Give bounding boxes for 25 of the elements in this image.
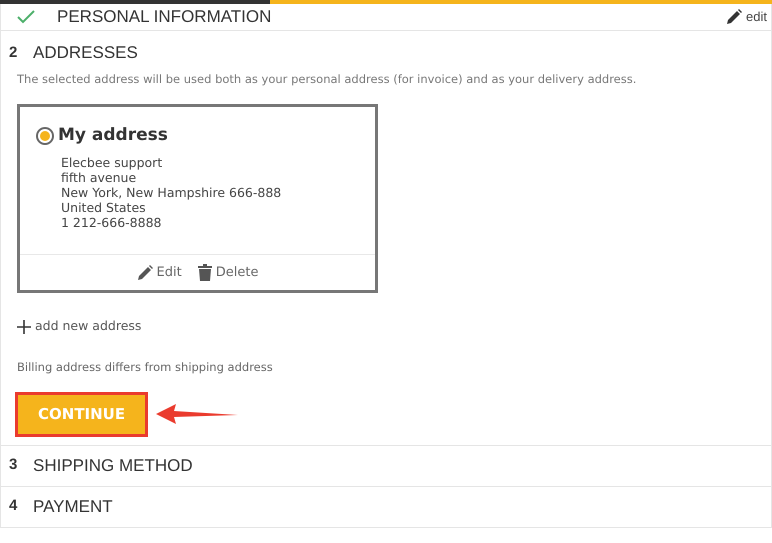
address-line: 1 212-666-8888 bbox=[61, 214, 162, 230]
plus-icon bbox=[17, 320, 31, 334]
add-address-link[interactable]: add new address bbox=[17, 317, 142, 336]
billing-link[interactable]: Billing address differs from shipping address bbox=[17, 359, 273, 376]
trash-icon bbox=[198, 264, 212, 281]
description-text: The selected address will be used both as your personal address (for invoice) and as your delivery address. bbox=[17, 71, 638, 88]
address-line: fifth avenue bbox=[61, 170, 136, 185]
step-number: 3 bbox=[9, 455, 18, 476]
check-icon bbox=[17, 10, 35, 24]
step-number: 4 bbox=[9, 496, 18, 516]
step-number: 2 bbox=[9, 42, 18, 63]
address-line: New York, New Hampshire 666-888 bbox=[61, 184, 282, 200]
step-title: SHIPPING METHOD bbox=[33, 454, 193, 477]
radio-button[interactable] bbox=[36, 127, 54, 145]
pencil-icon bbox=[136, 264, 153, 280]
edit-link[interactable]: Edit bbox=[136, 262, 182, 282]
address-title: My address bbox=[58, 124, 168, 148]
address-line: Elecbee support bbox=[61, 154, 164, 170]
address-line: United States bbox=[61, 200, 147, 215]
step-title: PAYMENT bbox=[33, 496, 113, 518]
delete-link[interactable]: Delete bbox=[198, 262, 258, 282]
step-title: ADDRESSES bbox=[33, 42, 138, 64]
pencil-icon bbox=[726, 9, 742, 25]
edit-link[interactable]: edit bbox=[726, 7, 767, 27]
step-title: PERSONAL INFORMATION bbox=[57, 6, 272, 28]
